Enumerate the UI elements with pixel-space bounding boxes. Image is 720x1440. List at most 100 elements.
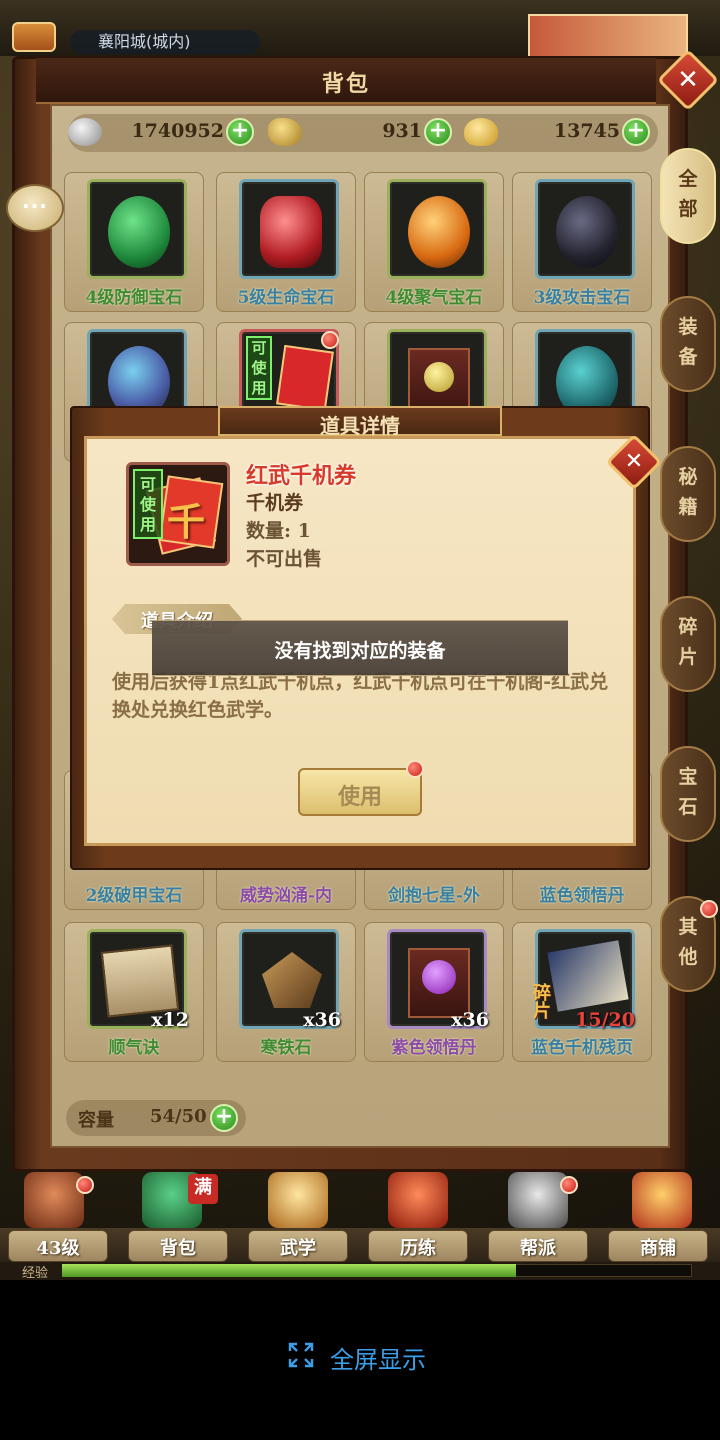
tab-label: 秘籍: [678, 466, 698, 518]
tab-label: 商铺: [640, 1238, 676, 1259]
tab-label: 宝石: [678, 766, 698, 818]
bag-item-slot[interactable]: 5级生命宝石: [216, 172, 356, 312]
orange-gem-icon: [408, 196, 470, 268]
green-gem-icon: [108, 196, 170, 268]
bag-item-slot[interactable]: 4级防御宝石: [64, 172, 204, 312]
tab-label: 武学: [280, 1238, 316, 1259]
tab-label: 其他: [678, 916, 698, 968]
silver-icon: [68, 118, 102, 146]
usable-tag: 可使用: [133, 469, 163, 539]
detail-item-quantity: 数量: 1: [246, 520, 311, 542]
training-icon[interactable]: [388, 1172, 448, 1228]
item-frame: [87, 179, 187, 279]
gold-value: 931: [382, 120, 422, 142]
character-icon[interactable]: [24, 1172, 84, 1228]
guild-icon[interactable]: [508, 1172, 568, 1228]
item-detail-icon: 千 可使用: [126, 462, 230, 566]
detail-item-name: 红武千机券: [246, 463, 357, 489]
tab-equipment[interactable]: 装备: [660, 296, 716, 392]
bag-title: 背包: [321, 71, 370, 97]
tab-level[interactable]: 43级: [8, 1230, 108, 1262]
use-button[interactable]: 使用: [298, 768, 422, 816]
tab-shop[interactable]: 商铺: [608, 1230, 708, 1262]
yuanbao-value: 13745: [553, 120, 620, 142]
item-name: 4级聚气宝石: [385, 288, 483, 308]
close-icon: ✕: [677, 65, 699, 95]
expand-capacity-button[interactable]: +: [210, 1104, 238, 1132]
capacity-value: 54/50: [150, 1106, 207, 1127]
game-view: 襄阳城(城内) 背包 ✕ 1740952 + 931 + 13745 + 4级防…: [0, 0, 720, 1280]
item-name: 顺气诀: [108, 1038, 160, 1058]
add-yuanbao-button[interactable]: +: [622, 118, 650, 146]
detail-title: 道具详情: [320, 414, 400, 438]
tab-label: 帮派: [520, 1238, 556, 1259]
new-item-dot: [321, 331, 339, 349]
guild-dot: [560, 1176, 578, 1194]
chat-icon: ···: [22, 194, 48, 218]
purple-pill-icon: [422, 960, 456, 994]
map-icon[interactable]: [12, 22, 56, 52]
tab-guild[interactable]: 帮派: [488, 1230, 588, 1262]
currency-gold: 931 +: [268, 114, 458, 152]
item-frame: [535, 179, 635, 279]
exp-label: 经验: [22, 1266, 49, 1280]
item-name: 4级防御宝石: [85, 288, 183, 308]
bag-full-badge: 满: [188, 1174, 218, 1204]
exp-fill: [62, 1264, 516, 1277]
item-name: 5级生命宝石: [237, 288, 335, 308]
bag-item-slot[interactable]: x36 寒铁石: [216, 922, 356, 1062]
tab-all[interactable]: 全部: [660, 148, 716, 244]
tab-manuals[interactable]: 秘籍: [660, 446, 716, 542]
map-name[interactable]: 襄阳城(城内): [70, 30, 260, 54]
black-gem-icon: [556, 196, 618, 268]
tab-gems[interactable]: 宝石: [660, 746, 716, 842]
manual-page-icon: [547, 940, 629, 1012]
item-name: 3级攻击宝石: [533, 288, 631, 308]
fragment-progress: 15/20: [575, 1009, 635, 1031]
usable-tag: 可使用: [246, 336, 272, 400]
iron-ore-icon: [262, 952, 322, 1008]
toast-message: 没有找到对应的装备: [274, 640, 446, 662]
tab-label: 碎片: [678, 616, 698, 668]
currency-silver: 1740952 +: [68, 114, 258, 152]
tab-label: 背包: [160, 1238, 196, 1259]
tab-martial-arts[interactable]: 武学: [248, 1230, 348, 1262]
pill-icon: [424, 362, 454, 392]
item-frame: [239, 179, 339, 279]
bag-item-slot[interactable]: 碎片 15/20 蓝色千机残页: [512, 922, 652, 1062]
chat-button[interactable]: ···: [6, 184, 64, 232]
player-portrait[interactable]: [528, 14, 688, 58]
silver-value: 1740952: [131, 120, 224, 142]
fragment-tag: 碎片: [533, 983, 551, 1022]
fullscreen-icon: [288, 1342, 314, 1368]
item-count: x36: [451, 1009, 489, 1031]
tab-label: 历练: [400, 1238, 436, 1259]
currency-yuanbao: 13745 +: [464, 114, 654, 152]
bag-item-slot[interactable]: 3级攻击宝石: [512, 172, 652, 312]
item-name: 紫色领悟丹: [391, 1038, 477, 1058]
item-name: 寒铁石: [260, 1038, 312, 1058]
tab-label: 装备: [678, 316, 698, 368]
red-gem-icon: [260, 196, 322, 268]
add-silver-button[interactable]: +: [226, 118, 254, 146]
yuanbao-icon: [464, 118, 498, 146]
item-name: 威势汹涌-内: [239, 886, 333, 906]
tab-training[interactable]: 历练: [368, 1230, 468, 1262]
bag-capacity: 容量 54/50 +: [66, 1100, 246, 1136]
martial-arts-icon[interactable]: [268, 1172, 328, 1228]
bag-item-slot[interactable]: x36 紫色领悟丹: [364, 922, 504, 1062]
tab-bag[interactable]: 背包: [128, 1230, 228, 1262]
detail-title-band: 道具详情: [218, 406, 502, 438]
shop-icon[interactable]: [632, 1172, 692, 1228]
scroll-icon: [100, 944, 180, 1018]
tab-others-dot: [700, 900, 718, 918]
add-gold-button[interactable]: +: [424, 118, 452, 146]
tab-fragments[interactable]: 碎片: [660, 596, 716, 692]
bag-item-slot[interactable]: 4级聚气宝石: [364, 172, 504, 312]
bag-item-slot[interactable]: x12 顺气诀: [64, 922, 204, 1062]
item-name: 蓝色千机残页: [531, 1038, 633, 1058]
detail-item-type: 千机券: [246, 492, 304, 514]
bag-title-bar: 背包: [36, 58, 656, 104]
item-count: x36: [303, 1009, 341, 1031]
item-name: 2级破甲宝石: [85, 886, 183, 906]
